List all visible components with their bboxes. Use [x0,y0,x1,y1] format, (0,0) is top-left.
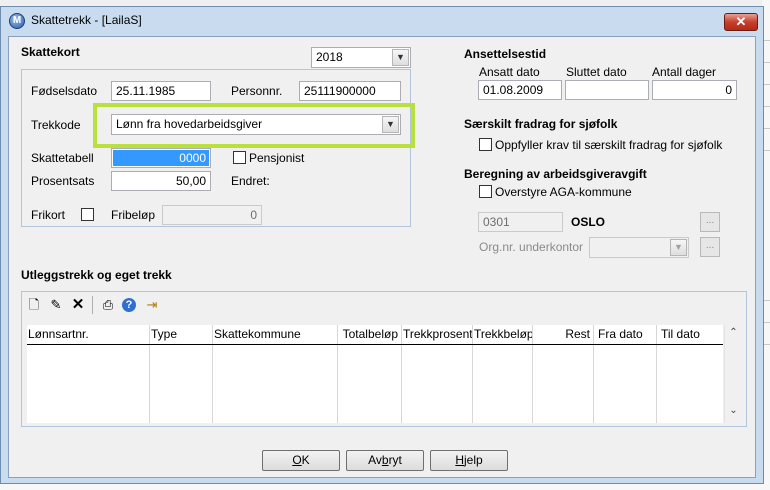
skattetabell-field[interactable]: 0000 [111,148,211,168]
delete-icon[interactable]: ✕ [70,297,86,313]
orgnr-label: Org.nr. underkontor [479,240,584,254]
app-logo-icon: M [9,13,25,29]
skattetabell-label: Skattetabell [31,151,94,165]
kommune-code-field[interactable]: 0301 [478,212,563,232]
column-header[interactable]: Til dato [657,325,723,344]
chevron-down-icon[interactable]: ▼ [392,49,409,66]
personnr-label: Personnr. [231,84,283,98]
column-header[interactable]: Totalbeløp [338,325,401,344]
help-button[interactable]: Hjelp [430,450,508,471]
pensjonist-checkbox[interactable] [233,151,246,164]
endret-label: Endret: [231,174,270,188]
cancel-label-pre: Av [368,453,382,467]
aga-override-checkbox[interactable] [479,185,492,198]
ok-label: K [301,453,310,467]
column-header[interactable]: Rest [533,325,593,344]
frikort-checkbox[interactable] [81,208,94,221]
column-header[interactable]: Trekkprosent [402,325,473,344]
utlegg-title: Utleggstrekk og eget trekk [21,268,172,282]
sluttet-dato-field[interactable] [565,80,649,100]
grid-header: Lønnsartnr. Type Skattekommune Totalbelø… [27,325,723,345]
skattetabell-value: 0000 [113,150,209,166]
cancel-label-rest: ryt [388,453,402,467]
sjofolk-checkbox[interactable] [479,138,492,151]
title-bar[interactable]: M Skattetrekk - [LailaS] ✕ [1,7,763,34]
year-select[interactable]: 2018 ▼ [311,47,411,68]
column-header[interactable]: Type [150,325,212,344]
ansatt-dato-field[interactable]: 01.08.2009 [478,80,562,100]
dialog-body: Skattekort 2018 ▼ Fødselsdato 25.11.1985… [8,36,756,478]
column-divider [656,325,657,423]
pensjonist-label: Pensjonist [249,151,305,165]
column-divider [212,325,213,423]
window-title: Skattetrekk - [LailaS] [31,13,142,27]
prosentsats-label: Prosentsats [31,174,95,188]
header-underline [27,344,723,345]
grid-vertical-scrollbar[interactable]: ⌃ ⌄ [724,325,741,423]
exit-door-icon[interactable]: ⇥ [144,297,160,313]
cancel-button[interactable]: Avbryt [346,450,424,471]
sluttet-dato-label: Sluttet dato [566,65,627,79]
utlegg-frame: 🗋 ✎ ✕ ⎙ ? ⇥ Lønnsartnr. Type Skattekommu… [21,291,747,427]
scroll-down-icon[interactable]: ⌄ [725,405,742,416]
column-header[interactable]: Lønnsartnr. [27,325,149,344]
column-divider [401,325,402,423]
skattetrekk-dialog: M Skattetrekk - [LailaS] ✕ Skattekort 20… [0,6,764,484]
personnr-field[interactable]: 25111900000 [299,81,401,101]
orgnr-select[interactable]: ▼ [589,237,689,258]
ok-accelerator: O [292,453,302,467]
scroll-up-icon[interactable]: ⌃ [725,327,742,338]
column-divider [593,325,594,423]
new-document-icon[interactable]: 🗋 [26,297,42,313]
fodselsdato-label: Fødselsdato [31,84,98,98]
kommune-name: OSLO [571,215,606,229]
frikort-label: Frikort [31,208,65,222]
cancel-accelerator: b [381,453,389,467]
column-header[interactable]: Trekkbeløp [473,325,534,344]
sjofolk-title: Særskilt fradrag for sjøfolk [464,117,618,131]
fribelop-field[interactable]: 0 [162,205,262,225]
fodselsdato-field[interactable]: 25.11.1985 [111,81,211,101]
background-app-bottom [0,484,770,490]
ok-button[interactable]: OK [262,450,340,471]
column-header[interactable]: Skattekommune [213,325,337,344]
trekkode-highlight [93,103,415,148]
toolbar-divider [92,296,93,314]
close-button[interactable]: ✕ [724,13,758,31]
ansettelsestid-title: Ansettelsestid [464,47,547,61]
prosentsats-field[interactable]: 50,00 [111,171,211,191]
antall-dager-field[interactable]: 0 [652,80,737,100]
sjofolk-checkbox-label: Oppfyller krav til særskilt fradrag for … [495,138,723,152]
help-icon[interactable]: ? [122,298,136,312]
column-divider [532,325,533,423]
aga-override-label: Overstyre AGA-kommune [495,185,632,199]
skattekort-title: Skattekort [21,45,80,59]
column-divider [337,325,338,423]
edit-icon[interactable]: ✎ [48,297,64,313]
column-divider [472,325,473,423]
chevron-down-icon[interactable]: ▼ [670,239,687,256]
help-label: jelp [463,453,483,467]
utlegg-grid[interactable]: Lønnsartnr. Type Skattekommune Totalbelø… [27,325,723,423]
kommune-lookup-button[interactable]: ... [700,212,720,232]
help-accelerator: H [455,453,464,467]
print-icon[interactable]: ⎙ [100,297,116,313]
orgnr-lookup-button[interactable]: ... [700,237,720,257]
trekkode-label: Trekkode [31,118,81,132]
ansatt-dato-label: Ansatt dato [479,65,540,79]
year-value: 2018 [316,50,343,64]
column-divider [149,325,150,423]
aga-title: Beregning av arbeidsgiveravgift [464,167,647,181]
antall-dager-label: Antall dager [652,65,717,79]
fribelop-label: Fribeløp [111,208,156,222]
column-header[interactable]: Fra dato [594,325,656,344]
